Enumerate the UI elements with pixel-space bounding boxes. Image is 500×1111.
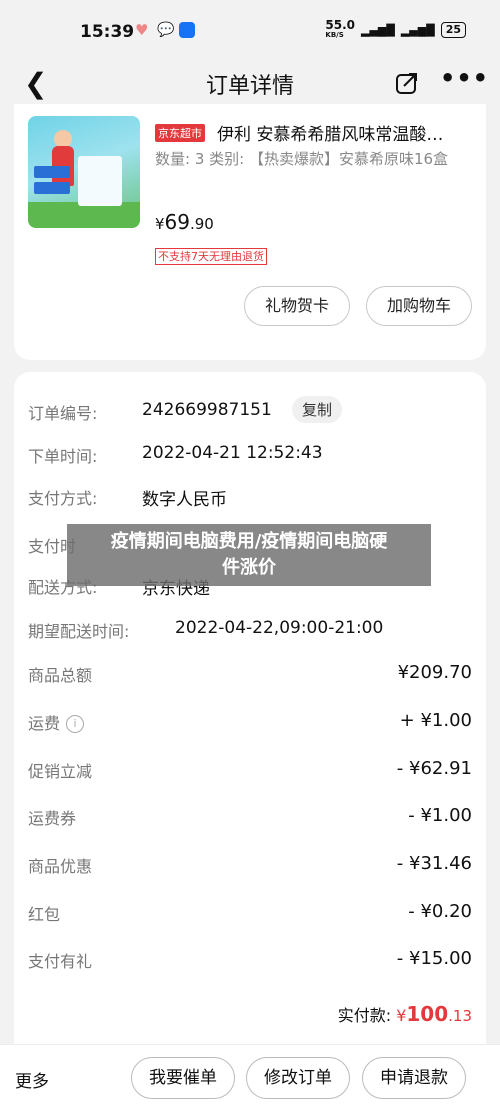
return-policy-badge: 不支持7天无理由退货: [155, 248, 267, 265]
gift-card-button[interactable]: 礼物贺卡: [244, 286, 350, 326]
battery-icon: 25: [440, 22, 466, 38]
product-name[interactable]: 伊利 安慕希希腊风味常温酸…: [217, 120, 479, 145]
watermark-banner: 疫情期间电脑费用/疫情期间电脑硬 件涨价: [67, 524, 431, 586]
image-tag: [34, 166, 70, 178]
amount-row: 红包 - ¥0.20: [28, 901, 472, 927]
modify-order-button[interactable]: 修改订单: [246, 1057, 350, 1099]
zhihu-icon: [179, 22, 195, 38]
status-app-icons: ♥ 💬: [135, 22, 195, 38]
amount-value: ¥209.70: [397, 662, 472, 683]
net-speed: 55.0 KB/S: [325, 18, 355, 40]
request-refund-button[interactable]: 申请退款: [362, 1057, 466, 1099]
payment-method-value: 数字人民币: [142, 490, 227, 510]
amount-row: 商品总额 ¥209.70: [28, 662, 472, 688]
bottom-action-bar: 更多 我要催单 修改订单 申请退款: [0, 1044, 500, 1111]
amount-label: 运费券: [28, 809, 77, 828]
total-integer: 100: [406, 1002, 449, 1026]
amount-value: - ¥0.20: [408, 901, 472, 922]
order-time-label: 下单时间:: [28, 447, 98, 466]
amount-value: - ¥15.00: [396, 948, 472, 969]
total-amount: ¥100.13: [396, 1002, 472, 1026]
image-tag: [34, 182, 70, 194]
signal-icon: ▂▄▆█: [361, 23, 395, 37]
store-badge: 京东超市: [155, 124, 205, 142]
signal-icon-2: ▂▄▆█: [400, 23, 435, 37]
total-decimal: .13: [448, 1007, 472, 1025]
net-speed-value: 55.0: [325, 18, 355, 32]
amount-value: - ¥62.91: [396, 758, 472, 779]
amount-row: 运费券 - ¥1.00: [28, 805, 472, 831]
amount-label: 红包: [28, 905, 61, 924]
amount-row: 促销立减 - ¥62.91: [28, 758, 472, 784]
product-card: 京东超市 伊利 安慕希希腊风味常温酸… 数量: 3 类别: 【热卖爆款】安慕希原…: [14, 104, 486, 360]
amount-label: 商品总额: [28, 666, 93, 685]
share-icon[interactable]: [394, 70, 420, 100]
order-info-card: 订单编号: 242669987151 复制 下单时间: 2022-04-21 1…: [14, 372, 486, 1052]
status-indicators: 55.0 KB/S ▂▄▆█ ▂▄▆█ 25: [325, 18, 466, 40]
image-milk-box: [78, 156, 122, 206]
shipping-fee-label: 运费: [28, 714, 61, 733]
product-image[interactable]: [28, 116, 140, 228]
order-number-label: 订单编号:: [28, 404, 98, 423]
price-symbol: ¥: [155, 215, 165, 233]
amount-label: 商品优惠: [28, 857, 93, 876]
total-paid: 实付款: ¥100.13: [338, 1002, 472, 1026]
order-number-value: 242669987151: [142, 400, 272, 420]
payment-method-row: 支付方式: 数字人民币: [28, 485, 472, 511]
page-title: 订单详情: [205, 74, 294, 99]
delivery-time-label: 期望配送时间:: [28, 622, 130, 641]
amount-value: - ¥31.46: [396, 853, 472, 874]
product-spec: 数量: 3 类别: 【热卖爆款】安慕希原味16盒: [155, 150, 449, 168]
amount-label: 支付有礼: [28, 952, 93, 971]
order-time-value: 2022-04-21 12:52:43: [142, 443, 323, 463]
total-symbol: ¥: [396, 1006, 407, 1025]
status-bar: 15:39 ♥ 💬 55.0 KB/S ▂▄▆█ ▂▄▆█ 25: [0, 0, 500, 62]
more-options-icon[interactable]: •••: [440, 64, 489, 92]
watermark-line-2: 件涨价: [222, 557, 276, 578]
amount-value: + ¥1.00: [399, 710, 472, 731]
order-number-row: 订单编号: 242669987151 复制: [28, 396, 472, 426]
more-button[interactable]: 更多: [15, 1067, 49, 1092]
amount-value: - ¥1.00: [408, 805, 472, 826]
amount-label: 促销立减: [28, 762, 93, 781]
product-price: ¥69.90: [155, 210, 214, 234]
info-icon[interactable]: i: [66, 715, 85, 733]
copy-button[interactable]: 复制: [292, 396, 343, 423]
amount-label: 运费 i: [28, 710, 85, 734]
price-decimal: .90: [190, 215, 214, 233]
amount-row: 支付有礼 - ¥15.00: [28, 948, 472, 974]
order-time-row: 下单时间: 2022-04-21 12:52:43: [28, 443, 472, 469]
price-integer: 69: [164, 210, 190, 234]
watermark-line-1: 疫情期间电脑费用/疫情期间电脑硬: [110, 531, 388, 552]
health-icon: ♥: [135, 21, 149, 39]
add-to-cart-button[interactable]: 加购物车: [366, 286, 472, 326]
total-label: 实付款:: [337, 1006, 392, 1025]
delivery-time-row: 期望配送时间: 2022-04-22,09:00-21:00: [28, 618, 472, 644]
amount-row: 商品优惠 - ¥31.46: [28, 853, 472, 879]
delivery-time-value: 2022-04-22,09:00-21:00: [175, 618, 384, 638]
amount-row: 运费 i + ¥1.00: [28, 710, 472, 736]
payment-method-label: 支付方式:: [28, 489, 98, 508]
wechat-icon: 💬: [157, 22, 175, 38]
net-speed-unit: KB/S: [325, 31, 344, 39]
status-time: 15:39: [80, 22, 135, 42]
urge-order-button[interactable]: 我要催单: [131, 1057, 235, 1099]
